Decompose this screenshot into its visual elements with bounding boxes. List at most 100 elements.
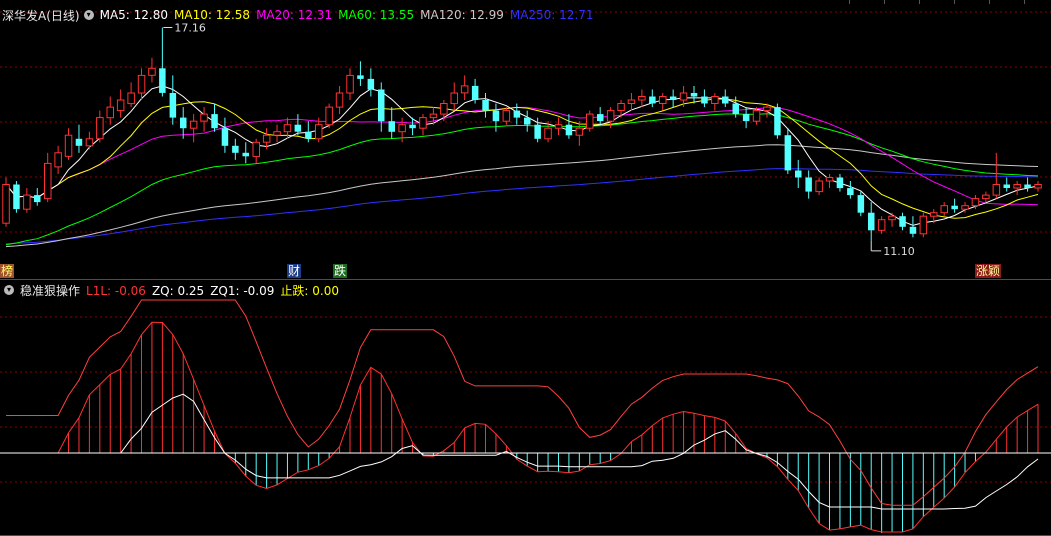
candle-body [868,212,875,231]
candle-body [857,195,865,213]
candle-body [909,226,917,234]
event-tag-die[interactable]: 跌 [333,264,348,278]
candle-body [502,110,511,122]
candle-body [784,135,792,171]
candle-body [930,212,938,217]
candle-body [586,113,594,129]
event-tag-zhangying[interactable]: 涨颖 [975,264,1002,278]
indicator-toggle-icon[interactable]: ▾ [4,285,14,295]
indicator-upper-envelope [6,299,1039,506]
candle-body [825,177,834,182]
ma-legend-item: MA60: 13.55 [338,8,415,22]
candle-body [13,184,20,210]
candle-body [669,96,677,100]
candle-body [597,114,604,122]
candle-body [659,96,667,104]
candle-body [554,124,563,129]
candle-body [649,96,656,104]
candle-body [722,96,729,104]
candle-body [325,106,333,126]
candle-body [137,74,146,94]
candle-body [752,110,761,122]
candle-body [732,103,739,115]
event-tag-bang[interactable]: 榜 [0,264,15,278]
ma-legend-list: MA5: 12.80 MA10: 12.58 MA20: 12.31 MA60: 13… [100,8,600,22]
candle-body [847,188,854,196]
candle-body [544,127,552,140]
indicator-values-list: L1L: -0.06 ZQ: 0.25 ZQ1: -0.09 止跌: 0.00 [86,282,345,299]
candle-body [200,113,208,122]
indicator-zq-line [6,393,1039,510]
candle-body [460,85,469,94]
candle-body [627,99,636,104]
candle-body [262,134,271,143]
candle-body [805,177,812,192]
indicator-value: ZQ1: -0.09 [210,283,275,298]
candle-body [180,117,187,129]
candle-body [335,92,344,108]
indicator-legend: ▾ 稳准狠操作 L1L: -0.06 ZQ: 0.25 ZQ1: -0.09 止跌: … [0,282,345,298]
candle-body [409,124,416,129]
indicator-name[interactable]: 稳准狠操作 [20,282,80,299]
candle-body [388,121,395,132]
candle-body [940,205,948,214]
candle-body [367,78,375,90]
ma5-line [5,85,1039,226]
candle-body [232,145,239,153]
candle-body [899,216,906,227]
candle-body [617,103,625,111]
candle-body [398,124,406,133]
candle-body [159,68,166,93]
candle-body [492,110,500,122]
indicator-value: ZQ: 0.25 [151,283,205,298]
candle-body [116,99,125,112]
candle-body [534,124,541,139]
candle-body [888,215,896,221]
candle-body [1024,184,1031,188]
candle-body [96,117,104,140]
candle-body [419,117,427,129]
ma-legend-item: MA5: 12.80 [99,8,169,22]
candle-body [992,184,1001,196]
candle-body [440,103,448,115]
candle-body [315,124,323,140]
candle-body [221,128,229,146]
candle-body [450,92,458,105]
candle-body [679,92,688,101]
candle-body [982,194,990,200]
event-tag-cai[interactable]: 财 [287,264,302,278]
candle-body [524,117,531,125]
candle-body [482,100,489,111]
price-legend: 深华发A (日线) ▾ MA5: 12.80 MA10: 12.58 MA20: 1… [0,6,600,24]
candle-body [815,180,823,193]
candle-body [701,96,708,104]
candle-body [763,106,771,112]
candle-body [575,127,584,136]
indicator-value: L1L: -0.06 [86,283,146,298]
stock-name[interactable]: 深华发A [2,7,46,24]
candle-body [127,92,135,105]
candle-body [169,93,177,118]
candle-body [44,162,52,200]
indicator-value: 止跌: 0.00 [280,283,339,298]
candle-body [106,106,114,119]
ma-legend-item: MA250: 12.71 [509,8,594,22]
candle-body [961,205,969,210]
candle-body [429,113,438,119]
candle-body [513,110,521,118]
period-label[interactable]: (日线) [46,7,79,24]
kline-chart[interactable]: 17.1611.10 [0,0,1051,536]
candle-body [283,124,292,133]
candle-body [23,194,31,210]
candle-body [294,124,302,132]
candle-body [54,152,62,168]
settings-toggle-icon[interactable]: ▾ [83,10,94,20]
candle-body [951,205,958,210]
candle-body [795,170,802,178]
candle-body [85,138,94,147]
candle-body [471,85,479,100]
candle-body [1034,184,1042,189]
candle-body [971,198,980,207]
candle-body [606,110,615,122]
candle-body [75,138,83,146]
